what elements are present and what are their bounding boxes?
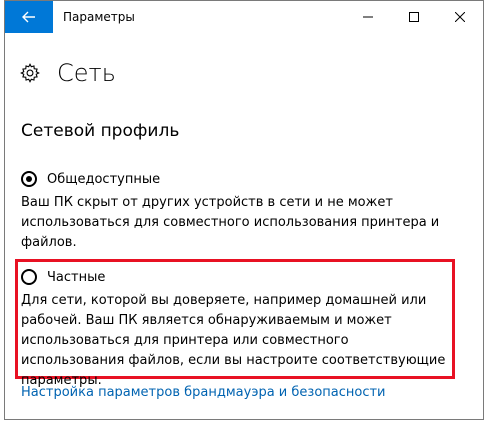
- title-bar: Параметры: [5, 1, 483, 33]
- radio-label-private: Частные: [47, 269, 106, 285]
- radio-button-public[interactable]: [21, 171, 37, 187]
- close-button[interactable]: [437, 1, 483, 33]
- radio-private[interactable]: Частные: [21, 269, 105, 285]
- back-button[interactable]: [5, 1, 53, 33]
- gear-icon: [20, 63, 40, 83]
- minimize-icon: [363, 16, 373, 18]
- window-title: Параметры: [63, 10, 135, 24]
- maximize-button[interactable]: [391, 1, 437, 33]
- settings-window: Параметры Сеть Сетевой профиль Общедосту…: [4, 0, 484, 420]
- maximize-icon: [409, 12, 419, 22]
- close-icon: [455, 12, 465, 22]
- page-header: Сеть: [19, 59, 116, 87]
- public-description: Ваш ПК скрыт от других устройств в сети …: [21, 195, 440, 250]
- page-title: Сеть: [57, 59, 116, 87]
- section-title: Сетевой профиль: [21, 121, 180, 141]
- minimize-button[interactable]: [345, 1, 391, 33]
- radio-label-public: Общедоступные: [47, 171, 161, 187]
- back-arrow-icon: [22, 11, 35, 23]
- private-description: Для сети, которой вы доверяете, например…: [21, 293, 446, 388]
- radio-public[interactable]: Общедоступные: [21, 171, 160, 187]
- firewall-settings-link[interactable]: Настройка параметров брандмауэра и безоп…: [21, 385, 386, 400]
- radio-button-private[interactable]: [21, 269, 37, 285]
